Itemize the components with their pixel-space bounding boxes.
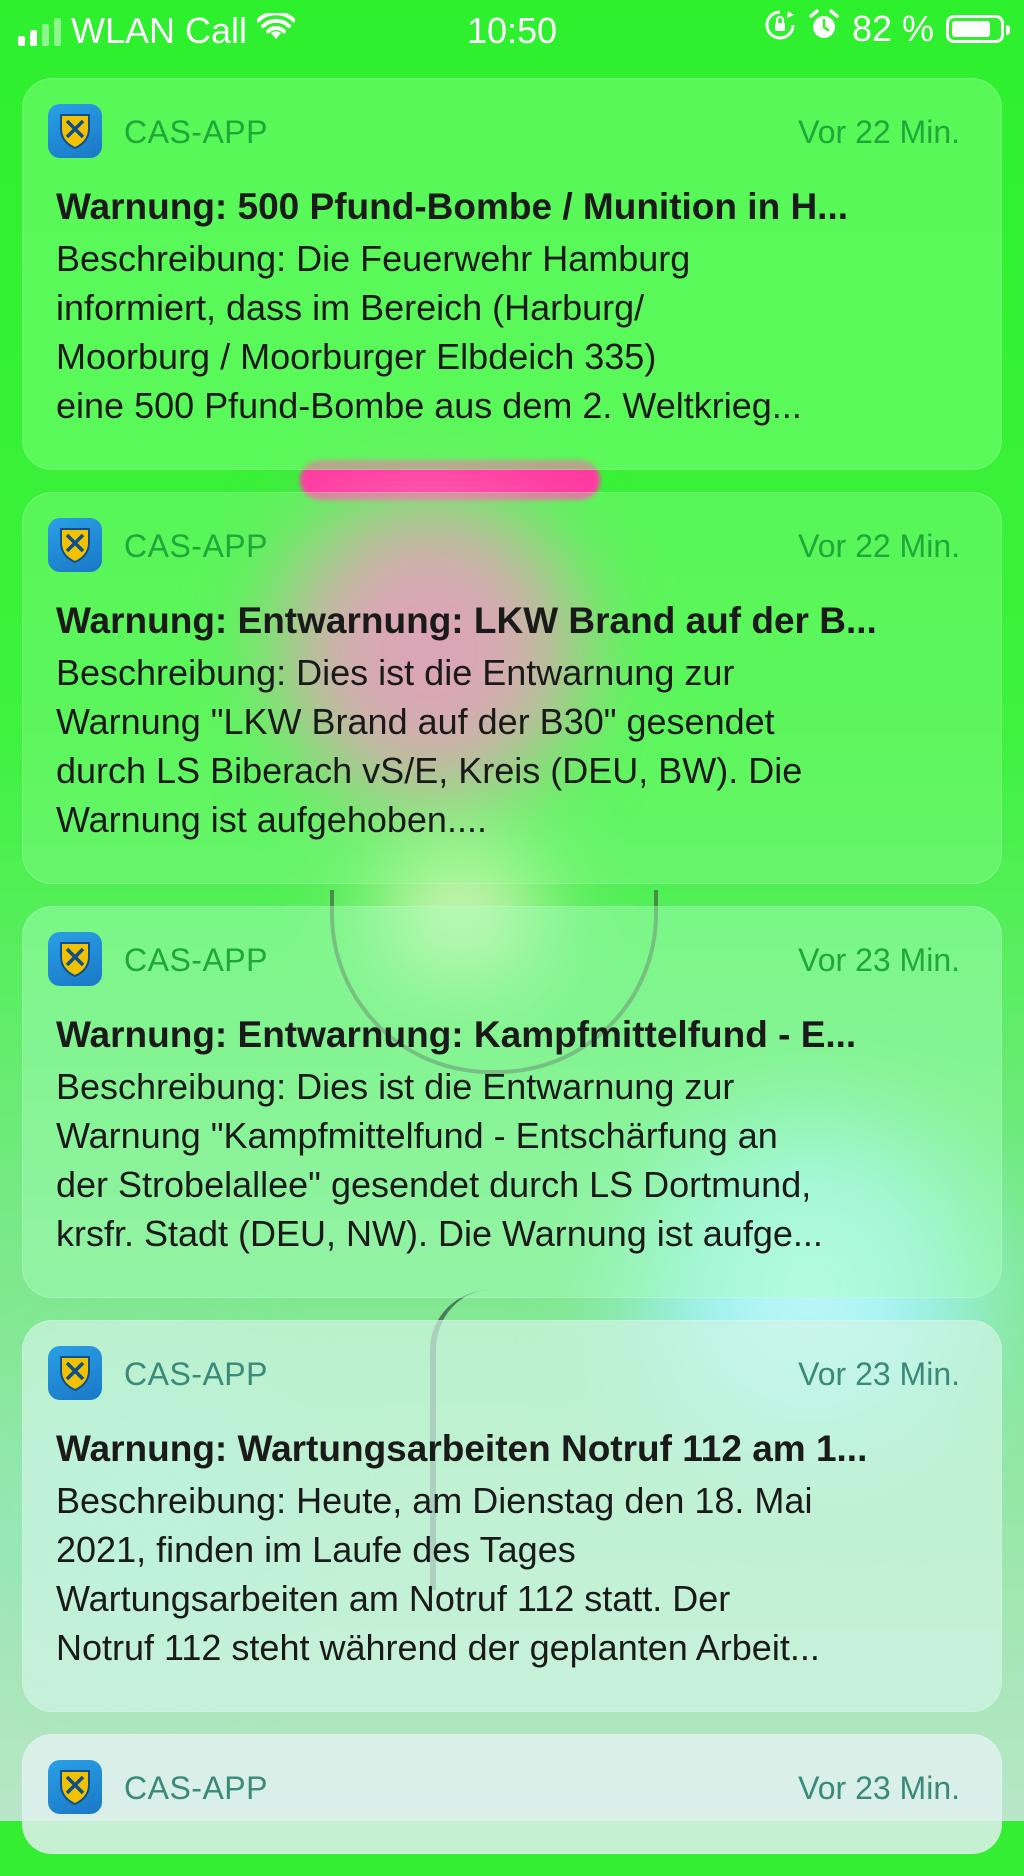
notification-title: Warnung: Entwarnung: Kampfmittelfund - E… bbox=[56, 1014, 857, 1055]
app-name: CAS-APP bbox=[124, 114, 268, 150]
body-line: Warnung "LKW Brand auf der B30" gesendet bbox=[56, 701, 775, 742]
notification-body: Beschreibung: Dies ist die Entwarnung zu… bbox=[56, 648, 976, 844]
orientation-lock-icon bbox=[764, 8, 796, 50]
battery-percent: 82 % bbox=[851, 8, 934, 49]
app-name: CAS-APP bbox=[124, 942, 268, 978]
alarm-clock-icon bbox=[808, 8, 840, 50]
body-line: Moorburg / Moorburger Elbdeich 335) bbox=[56, 336, 657, 377]
cas-shield-icon bbox=[48, 104, 102, 158]
app-name: CAS-APP bbox=[124, 528, 268, 564]
app-name: CAS-APP bbox=[124, 1356, 268, 1392]
notification-time: Vor 23 Min. bbox=[798, 1356, 960, 1392]
body-line: Warnung "Kampfmittelfund - Entschärfung … bbox=[56, 1115, 778, 1156]
body-line: Warnung ist aufgehoben.... bbox=[56, 799, 487, 840]
cas-shield-icon bbox=[48, 1760, 102, 1814]
notification-title: Warnung: 500 Pfund-Bombe / Munition in H… bbox=[56, 186, 849, 227]
body-line: eine 500 Pfund-Bombe aus dem 2. Weltkrie… bbox=[56, 385, 802, 426]
notification-time: Vor 23 Min. bbox=[798, 1770, 960, 1806]
cas-shield-icon bbox=[48, 1346, 102, 1400]
notification-card[interactable]: CAS-APP Vor 22 Min. Warnung: 500 Pfund-B… bbox=[22, 78, 1002, 470]
notification-card[interactable]: CAS-APP Vor 23 Min. Warnung: Wartungsarb… bbox=[22, 1320, 1002, 1712]
notification-card[interactable]: CAS-APP Vor 23 Min. Warnung: Entwarnung:… bbox=[22, 906, 1002, 1298]
notification-body: Beschreibung: Die Feuerwehr Hamburg info… bbox=[56, 234, 976, 430]
body-line: durch LS Biberach vS/E, Kreis (DEU, BW).… bbox=[56, 750, 803, 791]
body-line: informiert, dass im Bereich (Harburg/ bbox=[56, 287, 645, 328]
status-bar: WLAN Call 10:50 82 % bbox=[0, 0, 1024, 66]
body-line: Notruf 112 steht während der geplanten A… bbox=[56, 1627, 820, 1668]
notification-time: Vor 22 Min. bbox=[798, 114, 960, 150]
notification-time: Vor 23 Min. bbox=[798, 942, 960, 978]
body-line: Wartungsarbeiten am Notruf 112 statt. De… bbox=[56, 1578, 731, 1619]
body-line: Beschreibung: Die Feuerwehr Hamburg bbox=[56, 238, 691, 279]
app-name: CAS-APP bbox=[124, 1770, 268, 1806]
notification-card[interactable]: CAS-APP Vor 23 Min. bbox=[22, 1734, 1002, 1854]
notification-card[interactable]: CAS-APP Vor 22 Min. Warnung: Entwarnung:… bbox=[22, 492, 1002, 884]
body-line: der Strobelallee" gesendet durch LS Dort… bbox=[56, 1164, 812, 1205]
notification-title: Warnung: Entwarnung: LKW Brand auf der B… bbox=[56, 600, 877, 641]
cas-shield-icon bbox=[48, 518, 102, 572]
body-line: Beschreibung: Dies ist die Entwarnung zu… bbox=[56, 1066, 735, 1107]
body-line: krsfr. Stadt (DEU, NW). Die Warnung ist … bbox=[56, 1213, 823, 1254]
notification-body: Beschreibung: Heute, am Dienstag den 18.… bbox=[56, 1476, 976, 1672]
notification-title: Warnung: Wartungsarbeiten Notruf 112 am … bbox=[56, 1428, 868, 1469]
body-line: Beschreibung: Heute, am Dienstag den 18.… bbox=[56, 1480, 813, 1521]
battery-icon bbox=[946, 15, 1010, 43]
notification-body: Beschreibung: Dies ist die Entwarnung zu… bbox=[56, 1062, 976, 1258]
cas-shield-icon bbox=[48, 932, 102, 986]
body-line: 2021, finden im Laufe des Tages bbox=[56, 1529, 576, 1570]
notification-list: CAS-APP Vor 22 Min. Warnung: 500 Pfund-B… bbox=[22, 78, 1002, 1876]
body-line: Beschreibung: Dies ist die Entwarnung zu… bbox=[56, 652, 735, 693]
notification-time: Vor 22 Min. bbox=[798, 528, 960, 564]
